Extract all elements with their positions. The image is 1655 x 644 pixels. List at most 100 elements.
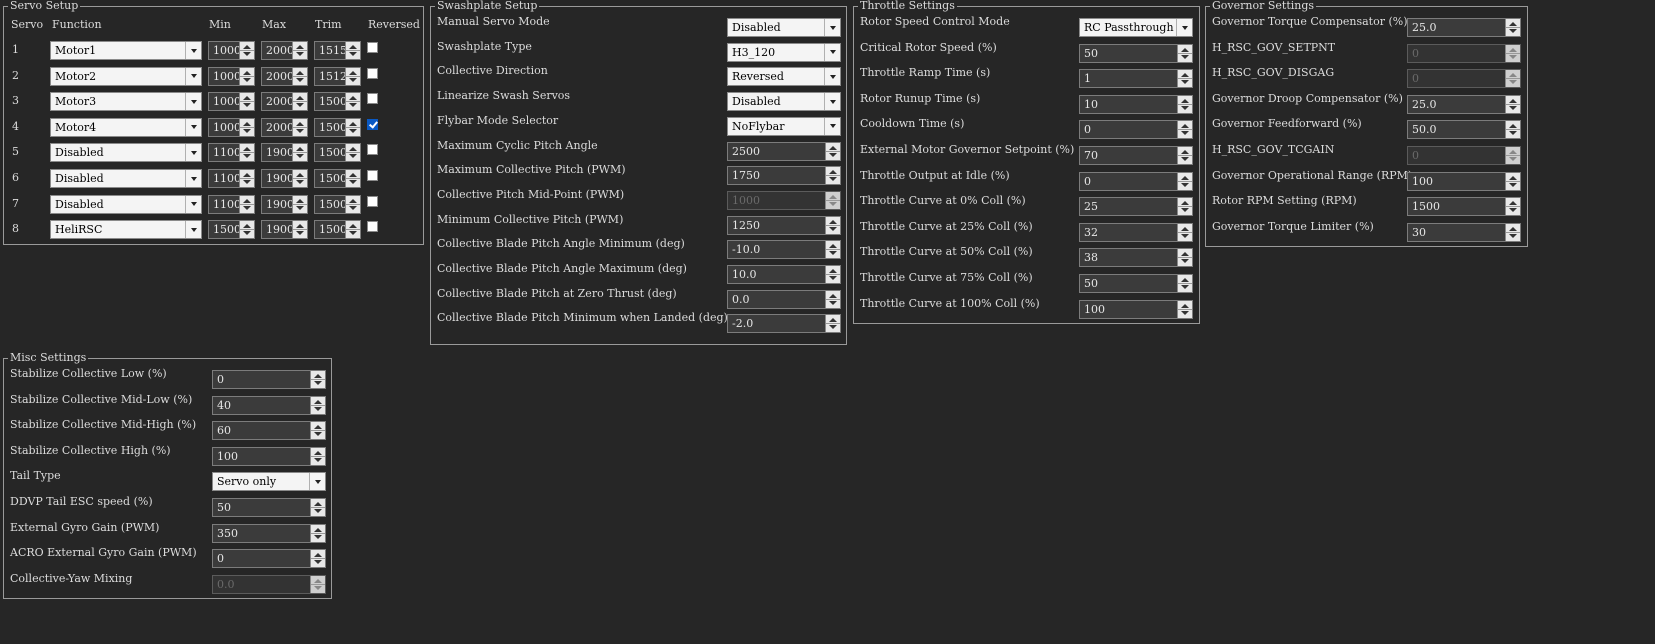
chevron-down-icon[interactable]	[824, 117, 840, 135]
spin-buttons[interactable]	[239, 118, 254, 136]
arrow-down-icon[interactable]	[314, 457, 322, 462]
arrow-up-icon[interactable]	[1509, 22, 1517, 26]
arrow-down-icon[interactable]	[243, 103, 251, 108]
swashplate-field-select[interactable]: Disabled	[727, 18, 841, 37]
servo-trim-input[interactable]: 1515	[314, 41, 361, 60]
spin-buttons[interactable]	[310, 499, 325, 516]
chevron-down-icon[interactable]	[1176, 19, 1192, 36]
arrow-down-icon[interactable]	[1181, 285, 1189, 289]
spin-buttons[interactable]	[1177, 275, 1192, 292]
servo-reversed-checkbox[interactable]	[367, 42, 378, 53]
misc-field-input[interactable]: 0	[212, 370, 326, 389]
spin-buttons[interactable]	[1505, 19, 1520, 36]
arrow-down-icon[interactable]	[296, 77, 304, 82]
swashplate-field-input[interactable]: -10.0	[727, 240, 841, 260]
swashplate-field-input[interactable]: -2.0	[727, 314, 841, 334]
spin-buttons[interactable]	[1505, 198, 1520, 216]
arrow-down-icon[interactable]	[1181, 105, 1189, 110]
servo-function-select[interactable]: HeliRSC	[50, 220, 202, 240]
spin-buttons[interactable]	[310, 396, 325, 414]
spin-buttons[interactable]	[1177, 70, 1192, 88]
arrow-up-icon[interactable]	[314, 399, 322, 404]
spin-buttons[interactable]	[292, 144, 307, 162]
arrow-down-icon[interactable]	[1509, 233, 1517, 238]
spin-buttons[interactable]	[825, 142, 840, 160]
chevron-down-icon[interactable]	[185, 118, 201, 136]
throttle-field-input[interactable]: 25	[1079, 197, 1193, 217]
arrow-up-icon[interactable]	[1509, 226, 1517, 231]
arrow-up-icon[interactable]	[1509, 98, 1517, 103]
arrow-up-icon[interactable]	[829, 269, 837, 273]
arrow-up-icon[interactable]	[243, 147, 251, 152]
arrow-up-icon[interactable]	[296, 173, 304, 177]
arrow-up-icon[interactable]	[296, 121, 304, 126]
servo-max-input[interactable]: 2000	[261, 117, 308, 137]
servo-reversed-checkbox[interactable]	[367, 67, 378, 79]
chevron-down-icon[interactable]	[824, 93, 840, 111]
spin-buttons[interactable]	[239, 42, 254, 59]
arrow-up-icon[interactable]	[1181, 303, 1189, 308]
spin-buttons[interactable]	[292, 170, 307, 187]
throttle-field-input[interactable]: 10	[1079, 94, 1193, 114]
arrow-up-icon[interactable]	[1509, 201, 1517, 206]
arrow-up-icon[interactable]	[829, 170, 837, 175]
spin-buttons[interactable]	[1505, 223, 1520, 241]
arrow-down-icon[interactable]	[349, 52, 357, 56]
servo-max-input[interactable]: 1900	[261, 143, 308, 163]
misc-field-input[interactable]: 60	[212, 421, 326, 441]
chevron-down-icon[interactable]	[185, 144, 201, 162]
spin-buttons[interactable]	[292, 118, 307, 136]
spin-buttons[interactable]	[1177, 198, 1192, 216]
arrow-down-icon[interactable]	[1181, 54, 1189, 59]
arrow-up-icon[interactable]	[349, 121, 357, 126]
arrow-down-icon[interactable]	[243, 77, 251, 82]
spin-buttons[interactable]	[1177, 223, 1192, 241]
misc-field-input[interactable]: 50	[212, 498, 326, 517]
chevron-down-icon[interactable]	[185, 221, 201, 239]
servo-min-input[interactable]: 1500	[208, 220, 255, 240]
swashplate-field-input[interactable]: 1750	[727, 166, 841, 186]
spin-buttons[interactable]	[1177, 147, 1192, 164]
arrow-up-icon[interactable]	[349, 224, 357, 229]
misc-field-input[interactable]: 350	[212, 523, 326, 543]
arrow-up-icon[interactable]	[314, 450, 322, 455]
throttle-field-input[interactable]: 100	[1079, 299, 1193, 319]
arrow-up-icon[interactable]	[314, 553, 322, 558]
spin-buttons[interactable]	[1505, 95, 1520, 113]
misc-field-input[interactable]: 40	[212, 395, 326, 415]
misc-field-input[interactable]: 100	[212, 446, 326, 466]
arrow-down-icon[interactable]	[296, 128, 304, 133]
swashplate-field-input[interactable]: 1250	[727, 215, 841, 235]
arrow-up-icon[interactable]	[296, 45, 304, 49]
spin-buttons[interactable]	[292, 42, 307, 59]
spin-buttons[interactable]	[310, 422, 325, 440]
servo-max-input[interactable]: 1900	[261, 169, 308, 188]
spin-buttons[interactable]	[1177, 44, 1192, 62]
spin-buttons[interactable]	[825, 290, 840, 308]
spin-buttons[interactable]	[345, 42, 360, 59]
arrow-up-icon[interactable]	[1181, 73, 1189, 78]
spin-buttons[interactable]	[345, 118, 360, 136]
spin-buttons[interactable]	[345, 144, 360, 162]
arrow-up-icon[interactable]	[296, 96, 304, 101]
servo-min-input[interactable]: 1000	[208, 117, 255, 137]
swashplate-field-select[interactable]: Reversed	[727, 67, 841, 87]
arrow-down-icon[interactable]	[314, 560, 322, 565]
spin-buttons[interactable]	[292, 93, 307, 111]
arrow-down-icon[interactable]	[829, 251, 837, 256]
arrow-down-icon[interactable]	[829, 152, 837, 157]
arrow-down-icon[interactable]	[243, 52, 251, 56]
arrow-down-icon[interactable]	[829, 177, 837, 182]
servo-function-select[interactable]: Motor4	[50, 117, 202, 137]
throttle-field-select[interactable]: RC Passthrough	[1079, 18, 1193, 37]
arrow-down-icon[interactable]	[314, 381, 322, 385]
servo-min-input[interactable]: 1100	[208, 169, 255, 188]
spin-buttons[interactable]	[1505, 172, 1520, 190]
arrow-up-icon[interactable]	[243, 70, 251, 75]
spin-buttons[interactable]	[239, 144, 254, 162]
spin-buttons[interactable]	[345, 170, 360, 187]
governor-field-input[interactable]: 1500	[1407, 197, 1521, 217]
arrow-up-icon[interactable]	[1181, 98, 1189, 103]
spin-buttons[interactable]	[1177, 249, 1192, 267]
chevron-down-icon[interactable]	[824, 68, 840, 86]
